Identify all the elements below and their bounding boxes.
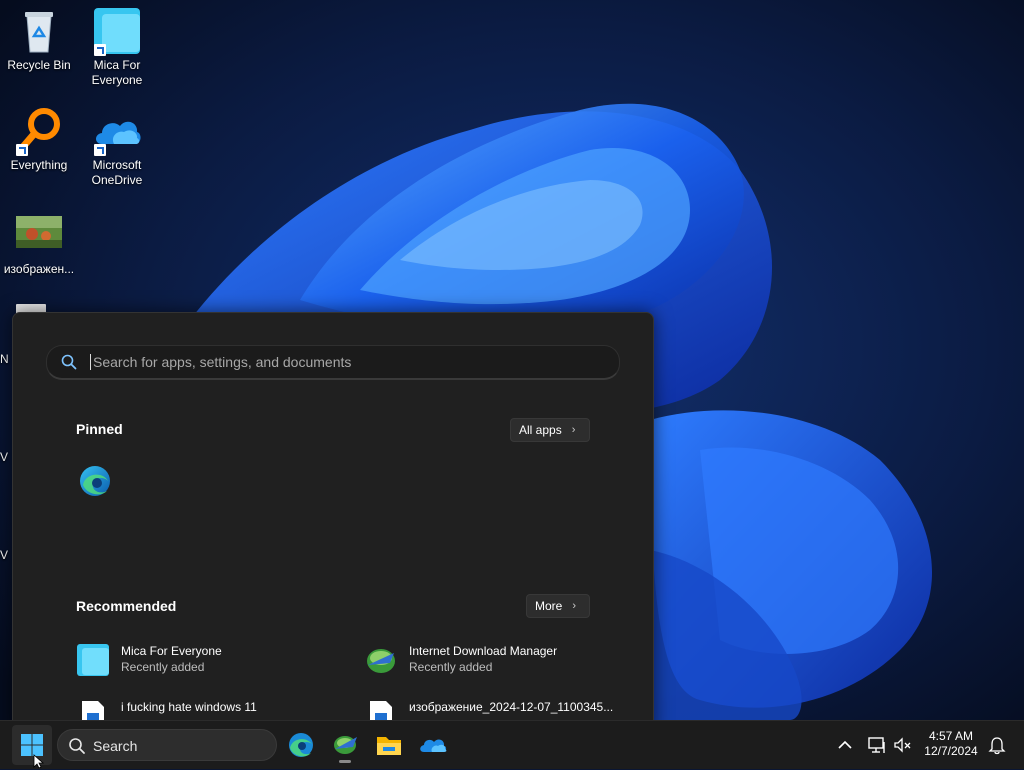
- recommended-item-name: изображение_2024-12-07_1100345...: [409, 700, 614, 714]
- recommended-item-name: Internet Download Manager: [409, 644, 558, 658]
- onedrive-icon: [92, 106, 142, 156]
- more-button[interactable]: More ›: [526, 594, 590, 618]
- clock-time: 4:57 AM: [928, 729, 974, 743]
- notification-bell-icon[interactable]: [985, 733, 1009, 757]
- shortcut-arrow-icon: [94, 144, 106, 156]
- all-apps-button[interactable]: All apps ›: [510, 418, 590, 442]
- clock-date: 12/7/2024: [924, 744, 978, 758]
- more-label: More: [535, 599, 563, 613]
- start-search-input[interactable]: [91, 346, 595, 378]
- file-explorer-icon: [377, 737, 401, 755]
- taskbar-search-label: Search: [93, 738, 138, 754]
- desktop-icon-onedrive[interactable]: Microsoft OneDrive: [78, 106, 156, 188]
- onedrive-icon: [420, 739, 447, 752]
- recommended-item-subtitle: Recently added: [121, 660, 205, 674]
- recommended-item-mica[interactable]: Mica For Everyone Recently added: [76, 641, 336, 681]
- edge-icon: [80, 466, 110, 496]
- idm-icon: [364, 643, 398, 677]
- windows-logo-icon: [21, 734, 43, 756]
- search-icon: [68, 737, 86, 760]
- chevron-up-icon[interactable]: [833, 733, 857, 757]
- chevron-right-icon: ›: [572, 600, 577, 612]
- network-icon[interactable]: [865, 733, 889, 757]
- recommended-item-name: Mica For Everyone: [121, 644, 222, 658]
- image-thumbnail-icon: [14, 210, 64, 260]
- desktop-icon-image[interactable]: изображен...: [0, 210, 78, 277]
- everything-search-icon: [14, 106, 64, 156]
- desktop-icon-label: Mica For Everyone: [91, 58, 143, 87]
- edge-icon: [289, 733, 313, 757]
- desktop-icon-recycle-bin[interactable]: Recycle Bin: [0, 6, 78, 73]
- recycle-bin-icon: [14, 6, 64, 56]
- taskbar-app-file-explorer[interactable]: [369, 725, 409, 765]
- recommended-item-idm[interactable]: Internet Download Manager Recently added: [364, 641, 624, 681]
- recommended-item-subtitle: Recently added: [409, 660, 493, 674]
- taskbar-search[interactable]: Search: [57, 729, 277, 761]
- all-apps-label: All apps: [519, 423, 562, 437]
- shortcut-arrow-icon: [16, 144, 28, 156]
- desktop-icon-label: Recycle Bin: [7, 58, 71, 72]
- desktop-icon-mica[interactable]: Mica For Everyone: [78, 6, 156, 88]
- idm-icon: [334, 736, 357, 754]
- mouse-cursor-icon: [33, 754, 45, 768]
- taskbar-app-idm[interactable]: [325, 725, 365, 765]
- taskbar-app-onedrive[interactable]: [413, 725, 453, 765]
- recommended-title: Recommended: [76, 598, 177, 614]
- running-indicator: [339, 760, 351, 763]
- pinned-title: Pinned: [76, 421, 123, 437]
- start-button[interactable]: [12, 725, 52, 765]
- recommended-item-name: i fucking hate windows 11: [121, 700, 257, 714]
- chevron-right-icon: ›: [571, 424, 576, 436]
- shortcut-arrow-icon: [94, 44, 106, 56]
- mica-icon: [76, 643, 110, 677]
- desktop-icon-everything[interactable]: Everything: [0, 106, 78, 173]
- taskbar-clock[interactable]: 4:57 AM 12/7/2024: [916, 729, 986, 759]
- desktop-icon-label: Everything: [10, 158, 68, 172]
- taskbar: Search 4:57 AM 12/7/2024: [0, 720, 1024, 769]
- pinned-app-edge[interactable]: [77, 463, 113, 499]
- taskbar-app-edge[interactable]: [281, 725, 321, 765]
- start-menu: Pinned All apps › Recommended More › Mic…: [12, 312, 654, 734]
- desktop-icon-label: изображен...: [3, 262, 75, 276]
- desktop-icon-label: Microsoft OneDrive: [91, 158, 143, 187]
- start-search-box[interactable]: [46, 345, 620, 380]
- search-icon: [61, 354, 77, 375]
- volume-muted-icon[interactable]: [891, 733, 915, 757]
- mica-icon: [92, 6, 142, 56]
